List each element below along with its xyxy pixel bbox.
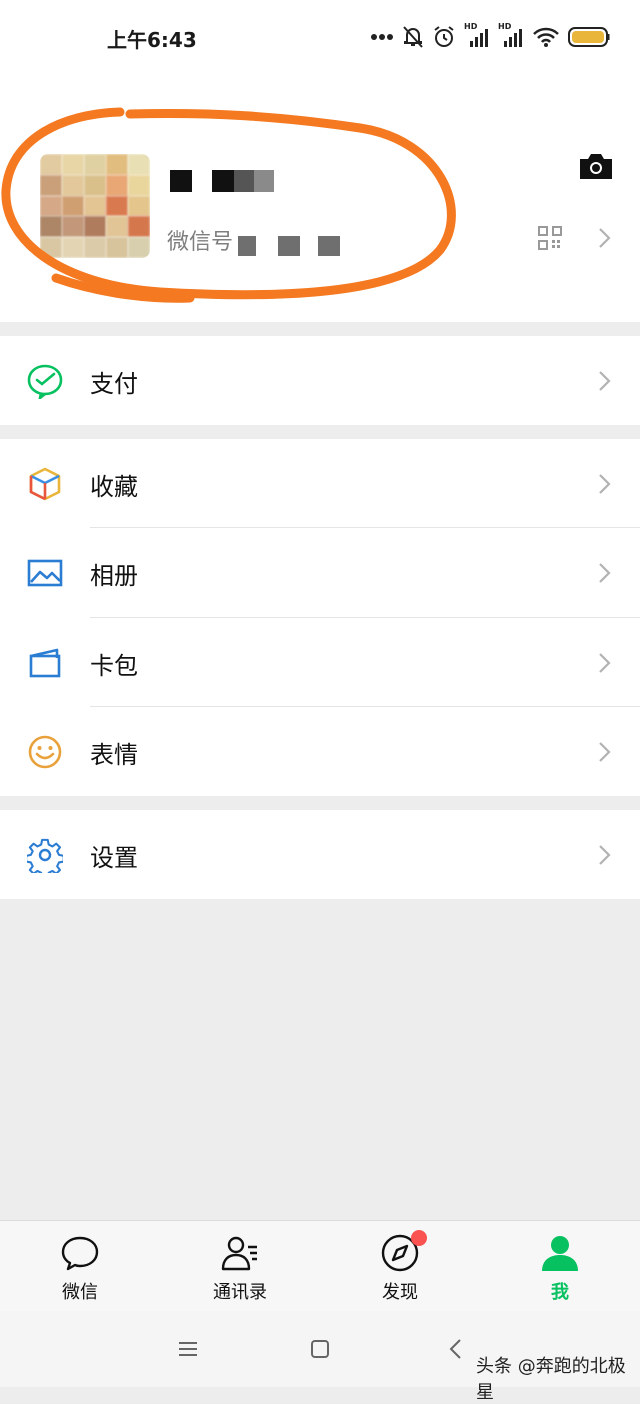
chevron-right-icon — [599, 742, 611, 762]
smile-icon — [28, 735, 62, 769]
image-icon — [27, 559, 63, 587]
menu-label: 相册 — [90, 562, 138, 590]
avatar-pixel — [40, 237, 62, 258]
avatar-pixel — [106, 216, 128, 238]
menu-item-stickers[interactable]: 表情 — [0, 707, 640, 796]
menu-group-settings: 设置 — [0, 810, 640, 899]
nickname-redacted — [170, 170, 274, 192]
avatar-pixel — [62, 237, 84, 258]
profile-card[interactable]: 微信号 — [0, 74, 640, 322]
chat-icon — [61, 1236, 99, 1271]
avatar-pixel — [106, 237, 128, 258]
chevron-right-icon — [599, 371, 611, 391]
signal-hd-1: HD — [464, 22, 490, 49]
avatar-pixel — [84, 154, 106, 175]
avatar-pixel — [40, 174, 62, 196]
menu-icon[interactable] — [178, 1341, 198, 1357]
tab-label: 发现 — [382, 1282, 418, 1303]
avatar-pixel — [40, 154, 62, 175]
home-square-icon[interactable] — [310, 1339, 330, 1359]
menu-group-main: 收藏 相册 卡包 表情 — [0, 439, 640, 796]
chevron-right-icon — [599, 474, 611, 494]
chevron-right-icon — [599, 845, 611, 865]
avatar-pixel — [84, 237, 106, 258]
mute-bell-icon — [403, 26, 423, 48]
avatar-pixel — [40, 195, 62, 217]
avatar-pixel — [128, 237, 150, 258]
avatar-pixel — [62, 174, 84, 196]
alarm-icon — [434, 26, 454, 47]
avatar[interactable] — [40, 154, 150, 258]
wallet-icon — [29, 648, 61, 678]
avatar-pixel — [84, 216, 106, 238]
menu-item-pay[interactable]: 支付 — [0, 336, 640, 425]
menu-item-album[interactable]: 相册 — [0, 528, 640, 617]
chevron-right-icon — [599, 228, 611, 248]
signal-hd-2: HD — [498, 22, 524, 49]
avatar-pixel — [84, 195, 106, 217]
signal-icon — [470, 29, 488, 47]
avatar-pixel — [128, 154, 150, 175]
discover-red-dot-badge — [411, 1230, 427, 1246]
menu-label: 收藏 — [90, 473, 138, 501]
avatar-pixel — [40, 216, 62, 238]
wifi-icon — [533, 27, 559, 47]
tab-me[interactable]: 我 — [480, 1221, 640, 1311]
menu-item-favorites[interactable]: 收藏 — [0, 439, 640, 528]
avatar-pixel — [106, 154, 128, 175]
menu-label: 支付 — [90, 370, 138, 398]
chevron-right-icon — [599, 653, 611, 673]
menu-item-cards[interactable]: 卡包 — [0, 618, 640, 707]
tab-label: 通讯录 — [213, 1282, 267, 1303]
watermark: 头条 @奔跑的北极星 — [476, 1356, 626, 1403]
avatar-pixel — [128, 174, 150, 196]
pay-icon — [27, 364, 63, 399]
battery-icon — [568, 27, 610, 47]
tab-contacts[interactable]: 通讯录 — [160, 1221, 320, 1311]
avatar-pixel — [106, 195, 128, 217]
gear-icon — [27, 838, 63, 873]
back-chevron-icon[interactable] — [448, 1338, 462, 1360]
menu-label: 表情 — [90, 741, 138, 769]
avatar-pixel — [84, 174, 106, 196]
menu-item-settings[interactable]: 设置 — [0, 810, 640, 899]
tab-label: 我 — [551, 1282, 569, 1303]
wechat-id-redacted — [238, 236, 340, 256]
tab-discover[interactable]: 发现 — [320, 1221, 480, 1311]
signal-icon — [504, 29, 522, 47]
tab-label: 微信 — [62, 1282, 98, 1303]
contacts-icon — [221, 1236, 257, 1271]
qr-code-icon[interactable] — [538, 226, 562, 250]
status-time: 上午6:43 — [107, 28, 197, 52]
avatar-pixel — [62, 154, 84, 175]
more-dots-icon — [371, 34, 393, 40]
avatar-pixel — [106, 174, 128, 196]
menu-label: 卡包 — [90, 652, 138, 680]
avatar-pixel — [128, 216, 150, 238]
chevron-right-icon — [599, 563, 611, 583]
bottom-tab-bar: 微信 通讯录 发现 我 — [0, 1220, 640, 1311]
tab-chats[interactable]: 微信 — [0, 1221, 160, 1311]
cube-icon — [29, 467, 61, 501]
status-icons: HD HD — [370, 22, 610, 52]
avatar-pixel — [62, 195, 84, 217]
wechat-id-label: 微信号 — [167, 230, 234, 255]
menu-group-pay: 支付 — [0, 336, 640, 425]
menu-label: 设置 — [90, 844, 138, 872]
avatar-pixel — [128, 195, 150, 217]
avatar-pixel — [62, 216, 84, 238]
camera-icon[interactable] — [578, 151, 614, 181]
person-icon — [542, 1236, 578, 1271]
